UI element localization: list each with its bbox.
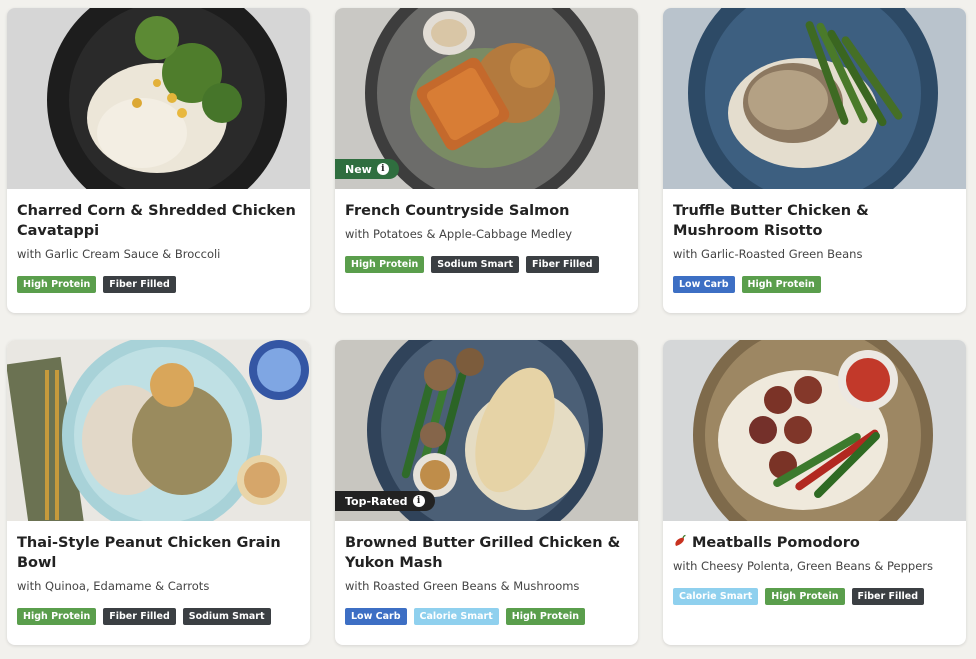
tag-high-protein: High Protein	[505, 608, 586, 625]
tag-high-protein: High Protein	[345, 256, 425, 273]
meal-subtitle: with Cheesy Polenta, Green Beans & Peppe…	[673, 559, 934, 573]
tag-sodium-smart: Sodium Smart	[182, 608, 271, 625]
meal-title[interactable]: French Countryside Salmon	[345, 201, 628, 221]
meal-photo	[663, 340, 966, 521]
meal-title[interactable]: Thai-Style Peanut Chicken Grain Bowl	[17, 533, 300, 573]
meal-grid: Charred Corn & Shredded Chicken Cavatapp…	[0, 0, 976, 659]
tag-low-carb: Low Carb	[345, 608, 407, 625]
meal-subtitle: with Potatoes & Apple-Cabbage Medley	[345, 227, 573, 241]
meal-photo	[7, 8, 310, 189]
meal-card[interactable]: Charred Corn & Shredded Chicken Cavatapp…	[7, 8, 310, 313]
tag-fiber-filled: Fiber Filled	[103, 608, 176, 625]
tag-high-protein: High Protein	[741, 276, 821, 293]
meal-photo: Top-Rated i	[335, 340, 638, 521]
tag-sodium-smart: Sodium Smart	[431, 256, 520, 273]
new-badge[interactable]: New i	[335, 159, 399, 179]
tag-list: Calorie Smart High Protein Fiber Filled	[673, 588, 956, 605]
meal-title-text: Meatballs Pomodoro	[692, 535, 860, 551]
badge-label: New	[345, 162, 372, 176]
meal-subtitle: with Quinoa, Edamame & Carrots	[17, 579, 210, 593]
meal-card[interactable]: New i French Countryside Salmon with Pot…	[335, 8, 638, 313]
meal-card[interactable]: Truffle Butter Chicken & Mushroom Risott…	[663, 8, 966, 313]
tag-fiber-filled: Fiber Filled	[851, 588, 924, 605]
tag-list: High Protein Fiber Filled Sodium Smart	[17, 608, 300, 625]
tag-list: High Protein Fiber Filled	[17, 276, 300, 293]
meal-photo	[663, 8, 966, 189]
tag-calorie-smart: Calorie Smart	[673, 588, 759, 605]
meal-subtitle: with Garlic-Roasted Green Beans	[673, 247, 863, 261]
tag-list: Low Carb High Protein	[673, 276, 956, 293]
tag-calorie-smart: Calorie Smart	[413, 608, 499, 625]
meal-subtitle: with Garlic Cream Sauce & Broccoli	[17, 247, 221, 261]
tag-list: Low Carb Calorie Smart High Protein	[345, 608, 628, 625]
meal-photo: New i	[335, 8, 638, 189]
meal-title[interactable]: Meatballs Pomodoro	[673, 533, 956, 553]
tag-list: High Protein Sodium Smart Fiber Filled	[345, 256, 628, 273]
meal-title[interactable]: Truffle Butter Chicken & Mushroom Risott…	[673, 201, 956, 241]
meal-card[interactable]: Top-Rated i Browned Butter Grilled Chick…	[335, 340, 638, 645]
tag-fiber-filled: Fiber Filled	[103, 276, 176, 293]
meal-photo	[7, 340, 310, 521]
badge-label: Top-Rated	[345, 494, 408, 508]
meal-title[interactable]: Charred Corn & Shredded Chicken Cavatapp…	[17, 201, 300, 241]
info-icon[interactable]: i	[412, 495, 425, 507]
tag-high-protein: High Protein	[17, 276, 97, 293]
tag-fiber-filled: Fiber Filled	[526, 256, 599, 273]
top-rated-badge[interactable]: Top-Rated i	[335, 491, 435, 511]
chili-pepper-icon	[675, 534, 686, 546]
tag-high-protein: High Protein	[765, 588, 845, 605]
info-icon[interactable]: i	[376, 163, 389, 175]
meal-card[interactable]: Meatballs Pomodoro with Cheesy Polenta, …	[663, 340, 966, 645]
meal-card[interactable]: Thai-Style Peanut Chicken Grain Bowl wit…	[7, 340, 310, 645]
meal-title[interactable]: Browned Butter Grilled Chicken & Yukon M…	[345, 533, 628, 573]
tag-low-carb: Low Carb	[673, 276, 735, 293]
meal-subtitle: with Roasted Green Beans & Mushrooms	[345, 579, 580, 593]
tag-high-protein: High Protein	[17, 608, 97, 625]
